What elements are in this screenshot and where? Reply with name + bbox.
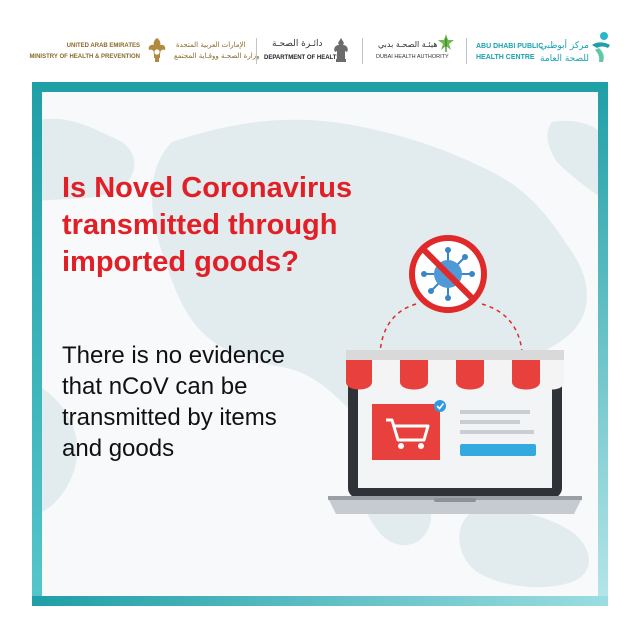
adphc-en-line1: ABU DHABI PUBLIC [476,43,544,50]
moh-en-line2: MINISTRY OF HEALTH & PREVENTION [29,54,140,60]
divider [466,38,467,64]
check-badge-icon [434,400,446,412]
frame-border-bottom [32,596,608,606]
adphc-figure-icon [592,32,610,62]
divider [256,38,257,64]
laptop-shop-icon [328,235,582,514]
divider [362,38,363,64]
adphc-ar-line2: للصحة العامة [540,54,589,64]
moh-ar-line2: وزارة الصحـة ووقـاية المجتمع [174,52,260,60]
adphc-en-line2: HEALTH CENTRE [476,54,535,61]
header-logo-bar: UNITED ARAB EMIRATES MINISTRY OF HEALTH … [0,0,640,80]
content-panel: Is Novel Coronavirus transmitted through… [32,82,608,606]
frame-border-top [32,82,608,92]
frame-border-right [598,82,608,606]
dha-en: DUBAI HEALTH AUTHORITY [376,54,449,60]
body-text: There is no evidence that nCoV can be tr… [62,342,285,462]
adphc-ar-line1: مركز أبوظبي [540,41,589,51]
uae-falcon-emblem-icon [148,38,166,62]
dha-ar: هيئـة الصحـة بدبي [378,40,438,49]
moh-ar-line1: الإمارات العربية المتحدة [176,41,246,49]
virus-prohibited-icon [409,235,487,313]
shop-awning [346,350,564,390]
frame-border-left [32,82,42,606]
abu-dhabi-emblem-icon [334,38,348,62]
shopping-cart-icon [372,404,440,460]
dha-leaf-icon [438,34,454,52]
doh-ar: دائـرة الصحـة [272,39,323,49]
moh-en-line1: UNITED ARAB EMIRATES [66,43,140,49]
